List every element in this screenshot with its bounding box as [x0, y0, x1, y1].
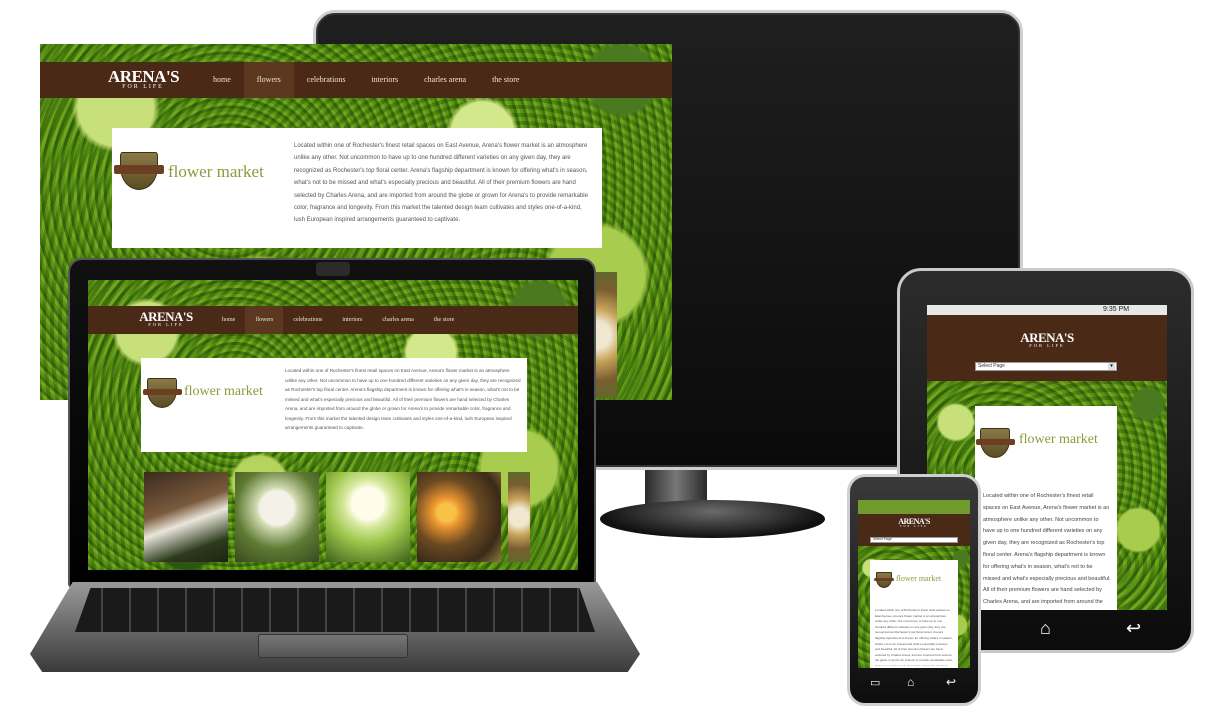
- nav-item-interiors[interactable]: interiors: [358, 62, 411, 98]
- page-select[interactable]: Select Page: [870, 537, 958, 543]
- nav-item-celebrations[interactable]: celebrations: [283, 306, 332, 334]
- laptop-nav: home flowers celebrations interiors char…: [212, 306, 464, 334]
- laptop-screen: ARENA'S FOR LIFE home flowers celebratio…: [88, 280, 578, 570]
- page-body-text: Located within one of Rochester's finest…: [285, 368, 521, 430]
- page-title: flower market: [1019, 432, 1098, 447]
- back-icon[interactable]: ↩: [946, 675, 956, 689]
- chevron-down-icon: ▾: [1108, 363, 1115, 370]
- nav-item-flowers[interactable]: flowers: [245, 306, 284, 334]
- tablet-status-bar: 9:35 PM: [927, 305, 1167, 315]
- crest-logo: [142, 378, 182, 408]
- gallery-photo[interactable]: [235, 472, 319, 562]
- recent-apps-icon[interactable]: ▭: [870, 676, 880, 689]
- phone-header: ARENA'S FOR LIFE Select Page: [858, 514, 970, 546]
- gallery-photo[interactable]: [417, 472, 501, 562]
- page-select-value: Select Page: [978, 363, 1005, 369]
- tablet-header: ARENA'S FOR LIFE Select Page ▾: [927, 315, 1167, 381]
- logo-tagline: FOR LIFE: [899, 525, 929, 528]
- nav-item-charles-arena[interactable]: charles arena: [411, 62, 479, 98]
- monitor-navbar: ARENA'S FOR LIFE home flowers celebratio…: [40, 62, 672, 98]
- crest-logo: [975, 428, 1015, 458]
- home-icon[interactable]: ⌂: [907, 675, 914, 689]
- nav-item-celebrations[interactable]: celebrations: [294, 62, 359, 98]
- page-body-text: Located within one of Rochester's finest…: [983, 493, 1111, 606]
- page-body-text: Located within one of Rochester's finest…: [294, 143, 588, 224]
- back-icon[interactable]: ↩: [1126, 618, 1141, 639]
- home-icon[interactable]: ⌂: [1040, 618, 1051, 639]
- laptop-navbar: ARENA'S FOR LIFE home flowers celebratio…: [88, 306, 578, 334]
- nav-item-interiors[interactable]: interiors: [332, 306, 372, 334]
- phone-logo[interactable]: ARENA'S FOR LIFE: [896, 518, 932, 529]
- nav-item-flowers[interactable]: flowers: [243, 62, 294, 98]
- page-select-value: Select Page: [873, 537, 892, 541]
- nav-item-home[interactable]: home: [212, 306, 245, 334]
- gallery-photo[interactable]: [144, 472, 228, 562]
- page-select[interactable]: Select Page ▾: [975, 362, 1117, 371]
- nav-item-the-store[interactable]: the store: [424, 306, 465, 334]
- monitor-nav: home flowers celebrations interiors char…: [200, 62, 532, 98]
- monitor-content-card: flower market Located within one of Roch…: [112, 128, 602, 248]
- laptop-touchpad[interactable]: [258, 634, 408, 658]
- page-title: flower market: [168, 162, 264, 181]
- tablet-logo[interactable]: ARENA'S FOR LIFE: [1015, 331, 1079, 349]
- crest-logo: [873, 572, 895, 588]
- page-body-text: Located within one of Rochester's finest…: [875, 608, 953, 666]
- monitor-logo[interactable]: ARENA'S FOR LIFE: [108, 68, 180, 91]
- gallery-photo[interactable]: [508, 472, 530, 562]
- page-title: flower market: [896, 574, 942, 583]
- laptop-keyboard[interactable]: [75, 588, 595, 632]
- laptop-content-card: flower market Located within one of Roch…: [141, 358, 527, 452]
- nav-item-charles-arena[interactable]: charles arena: [372, 306, 423, 334]
- monitor-stand-base: [600, 500, 825, 538]
- gallery-photo[interactable]: [326, 472, 410, 562]
- nav-item-home[interactable]: home: [200, 62, 244, 98]
- page-title: flower market: [184, 384, 263, 399]
- laptop-logo[interactable]: ARENA'S FOR LIFE: [138, 310, 194, 328]
- phone-screen: ARENA'S FOR LIFE Select Page flower mark…: [858, 500, 970, 668]
- phone-content-card: flower market Located within one of Roch…: [870, 560, 958, 668]
- webcam-icon: [316, 262, 350, 276]
- crest-logo: [114, 152, 164, 190]
- status-time: 9:35 PM: [1103, 306, 1130, 313]
- nav-item-the-store[interactable]: the store: [479, 62, 532, 98]
